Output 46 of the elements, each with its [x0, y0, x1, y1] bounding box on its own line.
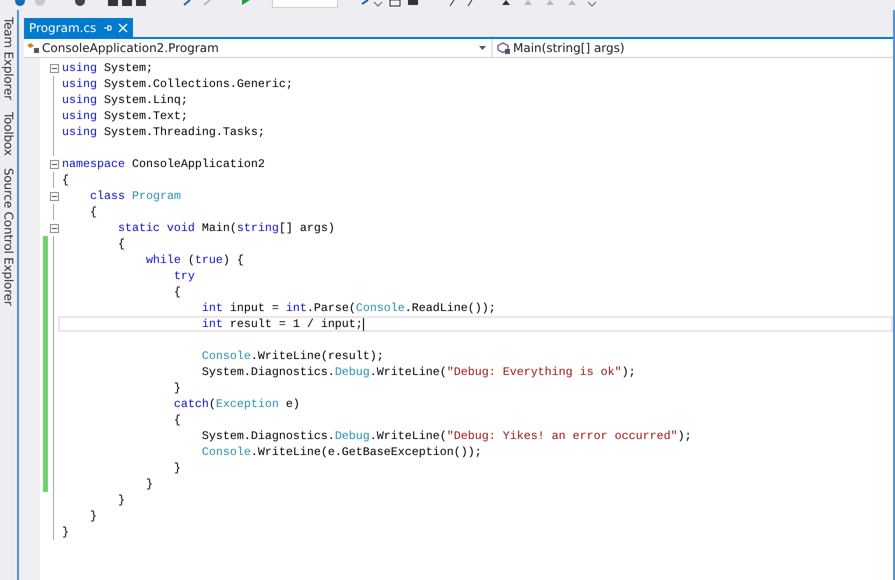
code-line: try: [172, 269, 195, 283]
start-icon[interactable]: [242, 0, 252, 8]
code-line: Console.WriteLine(e.GetBaseException());: [200, 445, 482, 459]
code-line: catch(Exception e): [172, 397, 300, 411]
collapse-icon[interactable]: [50, 192, 58, 200]
code-line: static void Main(string[] args): [116, 221, 335, 235]
type-dropdown[interactable]: ConsoleApplication2.Program: [24, 39, 493, 57]
code-line: }: [172, 381, 181, 395]
code-line: using System.Text;: [62, 109, 188, 123]
class-icon: [26, 42, 40, 54]
text-cursor: [362, 318, 364, 330]
code-line: using System.Threading.Tasks;: [62, 125, 265, 139]
undo-redo-icon[interactable]: [182, 0, 212, 8]
collapse-icon[interactable]: [50, 64, 58, 72]
code-line: }: [172, 461, 181, 475]
toolbar-icons-drawing[interactable]: [360, 0, 420, 8]
collapse-icon[interactable]: [50, 160, 58, 168]
code-line: class Program: [88, 189, 181, 203]
document-tab[interactable]: Program.cs: [24, 18, 134, 37]
code-line: {: [172, 413, 181, 427]
code-line: namespace ConsoleApplication2: [62, 157, 265, 171]
code-line: }: [144, 477, 153, 491]
pin-icon[interactable]: [102, 22, 112, 32]
side-panel-tab[interactable]: Team Explorer: [0, 17, 16, 100]
code-line: }: [116, 493, 125, 507]
code-line: {: [62, 173, 69, 187]
code-line: while (true) {: [144, 253, 244, 267]
collapse-icon[interactable]: [50, 224, 58, 232]
code-line: int result = 1 / input;: [200, 317, 363, 331]
code-line: System.Diagnostics.Debug.WriteLine("Debug: Yikes! an error occurred");: [200, 429, 692, 443]
code-line: using System;: [62, 61, 153, 75]
code-line: {: [116, 237, 125, 251]
code-line: }: [88, 509, 97, 523]
code-line: {: [88, 205, 97, 219]
code-line: using System.Linq;: [62, 93, 188, 107]
code-line: Console.WriteLine(result);: [200, 349, 384, 363]
code-line: {: [172, 285, 181, 299]
code-line: }: [62, 525, 69, 539]
side-panel-tab[interactable]: Source Control Explorer: [0, 168, 16, 306]
code-line: int input = int.Parse(Console.ReadLine());: [200, 301, 496, 315]
code-line: System.Diagnostics.Debug.WriteLine("Debug: Everything is ok");: [200, 365, 636, 379]
method-icon: [497, 42, 511, 54]
caret-icon: [479, 46, 487, 50]
close-icon[interactable]: [118, 22, 128, 32]
side-panel-tab[interactable]: Toolbox: [0, 112, 16, 156]
code-line: using System.Collections.Generic;: [62, 77, 293, 91]
